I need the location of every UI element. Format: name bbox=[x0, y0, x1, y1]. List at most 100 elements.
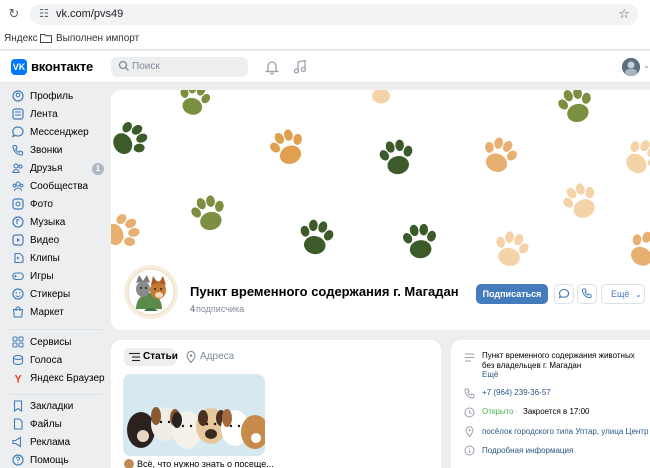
vk-brand[interactable]: вконтакте bbox=[31, 59, 93, 74]
site-settings-icon[interactable]: ☷ bbox=[39, 7, 49, 20]
subscribers-count[interactable]: 4 bbox=[190, 304, 195, 314]
yandex-browser-icon: Y bbox=[15, 374, 23, 385]
sidebar-label: Закладки bbox=[30, 401, 74, 412]
sidebar-item-messenger[interactable]: Мессенджер bbox=[0, 124, 110, 142]
more-button[interactable]: Ещё ⌄ bbox=[601, 284, 645, 304]
sidebar-item-photo[interactable]: Фото bbox=[0, 196, 110, 214]
tab-addresses-label: Адреса bbox=[200, 351, 235, 362]
bookmarks-icon bbox=[13, 400, 23, 412]
folder-icon bbox=[40, 34, 52, 43]
reload-icon[interactable]: ↻ bbox=[6, 6, 22, 22]
music-player-icon[interactable] bbox=[293, 59, 307, 75]
votes-icon bbox=[12, 354, 24, 366]
feed-icon bbox=[12, 108, 24, 120]
messenger-icon bbox=[12, 126, 24, 138]
description-more-link[interactable]: Ещё bbox=[482, 370, 498, 379]
tab-articles[interactable]: Статьи bbox=[124, 348, 178, 366]
search-icon bbox=[118, 60, 129, 71]
sidebar-item-profile[interactable]: Профиль bbox=[0, 88, 110, 106]
sidebar-label: Лента bbox=[30, 109, 58, 120]
sidebar-label: Реклама bbox=[30, 437, 71, 448]
search-input[interactable]: Поиск bbox=[111, 57, 248, 77]
communities-icon bbox=[12, 181, 24, 192]
sidebar-item-votes[interactable]: Голоса bbox=[0, 352, 110, 370]
group-avatar[interactable] bbox=[121, 262, 181, 322]
friends-badge: 1 bbox=[92, 163, 104, 175]
phone-icon bbox=[582, 288, 592, 299]
sidebar-label: Видео bbox=[30, 235, 60, 246]
sidebar-item-friends[interactable]: Друзья 1 bbox=[0, 160, 110, 178]
sidebar-item-games[interactable]: Игры bbox=[0, 268, 110, 286]
vk-header: VK вконтакте Поиск ⌄ bbox=[0, 51, 650, 83]
subscribe-button[interactable]: Подписаться bbox=[476, 284, 548, 304]
address-bar[interactable]: ☷ vk.com/pvs49 ☆ bbox=[30, 4, 638, 25]
url-text[interactable]: vk.com/pvs49 bbox=[56, 8, 123, 20]
description-line2: без владельцев г. Магадан bbox=[482, 361, 582, 370]
user-avatar[interactable] bbox=[622, 58, 640, 76]
help-icon bbox=[12, 454, 24, 466]
subscribers-label[interactable]: подписчика bbox=[196, 304, 244, 314]
sidebar-item-music[interactable]: Музыка bbox=[0, 214, 110, 232]
sidebar-item-bookmarks[interactable]: Закладки bbox=[0, 398, 110, 416]
sidebar-label: Фото bbox=[30, 199, 53, 210]
browser-toolbar: ↻ ☷ vk.com/pvs49 ☆ bbox=[0, 0, 650, 28]
sidebar-item-feed[interactable]: Лента bbox=[0, 106, 110, 124]
sidebar-item-yandex-browser[interactable]: Y Яндекс Браузер bbox=[0, 370, 110, 388]
stickers-icon bbox=[12, 288, 24, 300]
bookmarks-bar: Яндекс Выполнен импорт bbox=[0, 28, 650, 50]
sidebar-item-help[interactable]: Помощь bbox=[0, 452, 110, 468]
status-separator: · bbox=[515, 407, 518, 416]
sidebar-item-communities[interactable]: Сообщества bbox=[0, 178, 110, 196]
video-icon bbox=[12, 234, 24, 246]
ads-icon bbox=[12, 436, 22, 448]
search-placeholder: Поиск bbox=[132, 61, 160, 72]
message-icon bbox=[558, 288, 570, 299]
sidebar-item-ads[interactable]: Реклама bbox=[0, 434, 110, 452]
chevron-down-icon: ⌄ bbox=[634, 290, 642, 299]
phone-icon bbox=[464, 388, 475, 399]
message-button[interactable] bbox=[554, 284, 574, 304]
tab-articles-label: Статьи bbox=[143, 351, 178, 362]
calls-icon bbox=[12, 144, 24, 156]
article-title[interactable]: Всё, что нужно знать о посеще... bbox=[137, 459, 274, 468]
sidebar-item-clips[interactable]: Клипы bbox=[0, 250, 110, 268]
sidebar-label: Голоса bbox=[30, 355, 63, 366]
vk-logo-icon[interactable]: VK bbox=[11, 59, 27, 75]
clock-icon bbox=[464, 407, 475, 418]
sidebar-item-stickers[interactable]: Стикеры bbox=[0, 286, 110, 304]
article-cover-image[interactable] bbox=[123, 374, 265, 456]
call-button[interactable] bbox=[577, 284, 597, 304]
sidebar-item-services[interactable]: Сервисы bbox=[0, 334, 110, 352]
sidebar-item-video[interactable]: Видео bbox=[0, 232, 110, 250]
chevron-down-icon[interactable]: ⌄ bbox=[643, 61, 650, 70]
phone-link[interactable]: +7 (964) 239-36-57 bbox=[482, 388, 551, 397]
games-icon bbox=[12, 272, 24, 281]
article-author-avatar bbox=[124, 459, 134, 468]
svg-text:Y: Y bbox=[15, 374, 23, 385]
info-icon bbox=[464, 445, 475, 456]
address-link[interactable]: посёлок городского типа Уптар, улица Цен… bbox=[482, 427, 648, 436]
description-icon bbox=[465, 353, 474, 362]
sidebar-label: Звонки bbox=[30, 145, 63, 156]
notifications-bell-icon[interactable] bbox=[265, 59, 279, 75]
sidebar-divider bbox=[10, 329, 102, 330]
profile-icon bbox=[12, 90, 24, 102]
sidebar-item-calls[interactable]: Звонки bbox=[0, 142, 110, 160]
sidebar-label: Друзья bbox=[30, 163, 63, 174]
location-pin-icon bbox=[186, 351, 196, 363]
sidebar-divider bbox=[10, 394, 102, 395]
sidebar-label: Стикеры bbox=[30, 289, 71, 300]
sidebar-label: Помощь bbox=[30, 455, 69, 466]
bookmark-yandex[interactable]: Яндекс bbox=[4, 33, 38, 44]
music-icon bbox=[12, 216, 24, 228]
sidebar-label: Сервисы bbox=[30, 337, 72, 348]
status-closes[interactable]: Закроется в 17:00 bbox=[523, 407, 589, 416]
group-name: Пункт временного содержания г. Магадан bbox=[190, 284, 459, 299]
details-link[interactable]: Подробная информация bbox=[482, 446, 573, 455]
sidebar-item-files[interactable]: Файлы bbox=[0, 416, 110, 434]
sidebar-label: Файлы bbox=[30, 419, 62, 430]
bookmark-star-icon[interactable]: ☆ bbox=[618, 6, 630, 22]
bookmark-imported[interactable]: Выполнен импорт bbox=[56, 33, 139, 44]
sidebar-item-market[interactable]: Маркет bbox=[0, 304, 110, 322]
tab-addresses[interactable]: Адреса bbox=[184, 348, 244, 366]
